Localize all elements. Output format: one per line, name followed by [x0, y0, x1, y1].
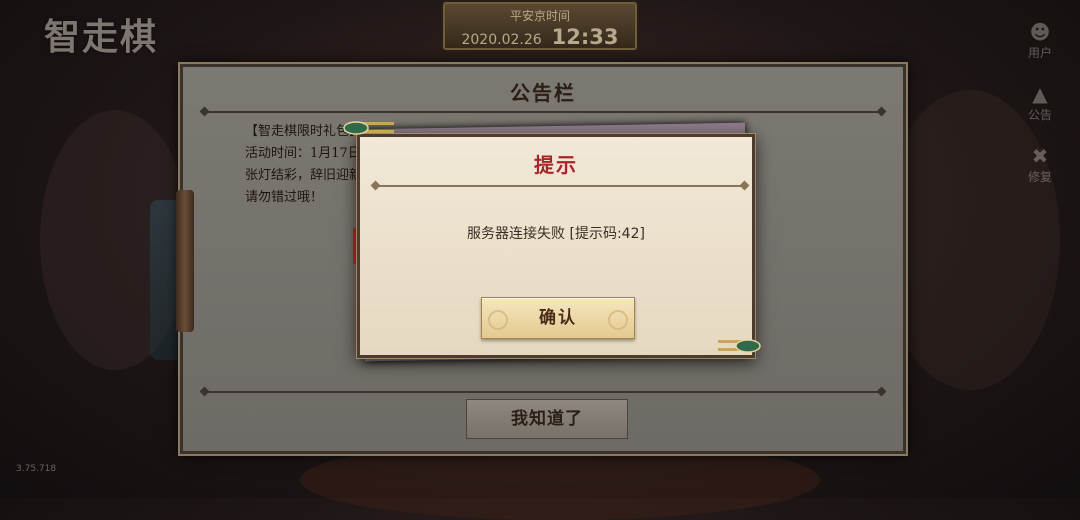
scroll-rod — [176, 190, 194, 332]
side-item-label: 用户 — [1027, 46, 1052, 60]
swirl-ornament-icon — [488, 310, 508, 330]
server-time-plate: 平安京时间 2020.02.26 12:33 — [443, 2, 637, 50]
game-logo: 智走棋 — [44, 16, 159, 58]
side-item-user[interactable]: ☻ 用户 — [1020, 20, 1060, 82]
announcement-icon: ▲ — [1032, 82, 1048, 106]
dialog-title: 提示 — [534, 153, 578, 177]
error-dialog: 提示 服务器连接失败 [提示码:42] 确认 — [357, 134, 755, 358]
swirl-ornament-icon — [608, 310, 628, 330]
confirm-button-label: 确认 — [539, 308, 577, 328]
divider-top — [205, 111, 881, 113]
side-item-label: 公告 — [1027, 108, 1052, 122]
side-item-announcement[interactable]: ▲ 公告 — [1020, 82, 1060, 144]
side-item-label: 修复 — [1027, 170, 1052, 184]
got-it-button[interactable]: 我知道了 — [466, 399, 628, 439]
version-text: 3.75.718 — [16, 464, 57, 474]
side-item-repair[interactable]: ✖ 修复 — [1020, 144, 1060, 206]
clock-text: 12:33 — [551, 25, 619, 49]
confirm-button[interactable]: 确认 — [481, 297, 635, 339]
date-text: 2020.02.26 — [461, 32, 542, 48]
repair-icon: ✖ — [1031, 144, 1049, 168]
time-label: 平安京时间 — [509, 9, 570, 23]
user-icon: ☻ — [1029, 20, 1051, 44]
side-menu: ☻ 用户 ▲ 公告 ✖ 修复 — [1020, 20, 1060, 206]
cloud-ornament-icon — [718, 339, 761, 353]
notice-board-title: 公告栏 — [510, 81, 576, 105]
dialog-divider — [376, 185, 744, 187]
dialog-message: 服务器连接失败 [提示码:42] — [467, 226, 645, 242]
cloud-ornament-icon — [343, 121, 394, 135]
divider-bottom — [205, 391, 881, 393]
